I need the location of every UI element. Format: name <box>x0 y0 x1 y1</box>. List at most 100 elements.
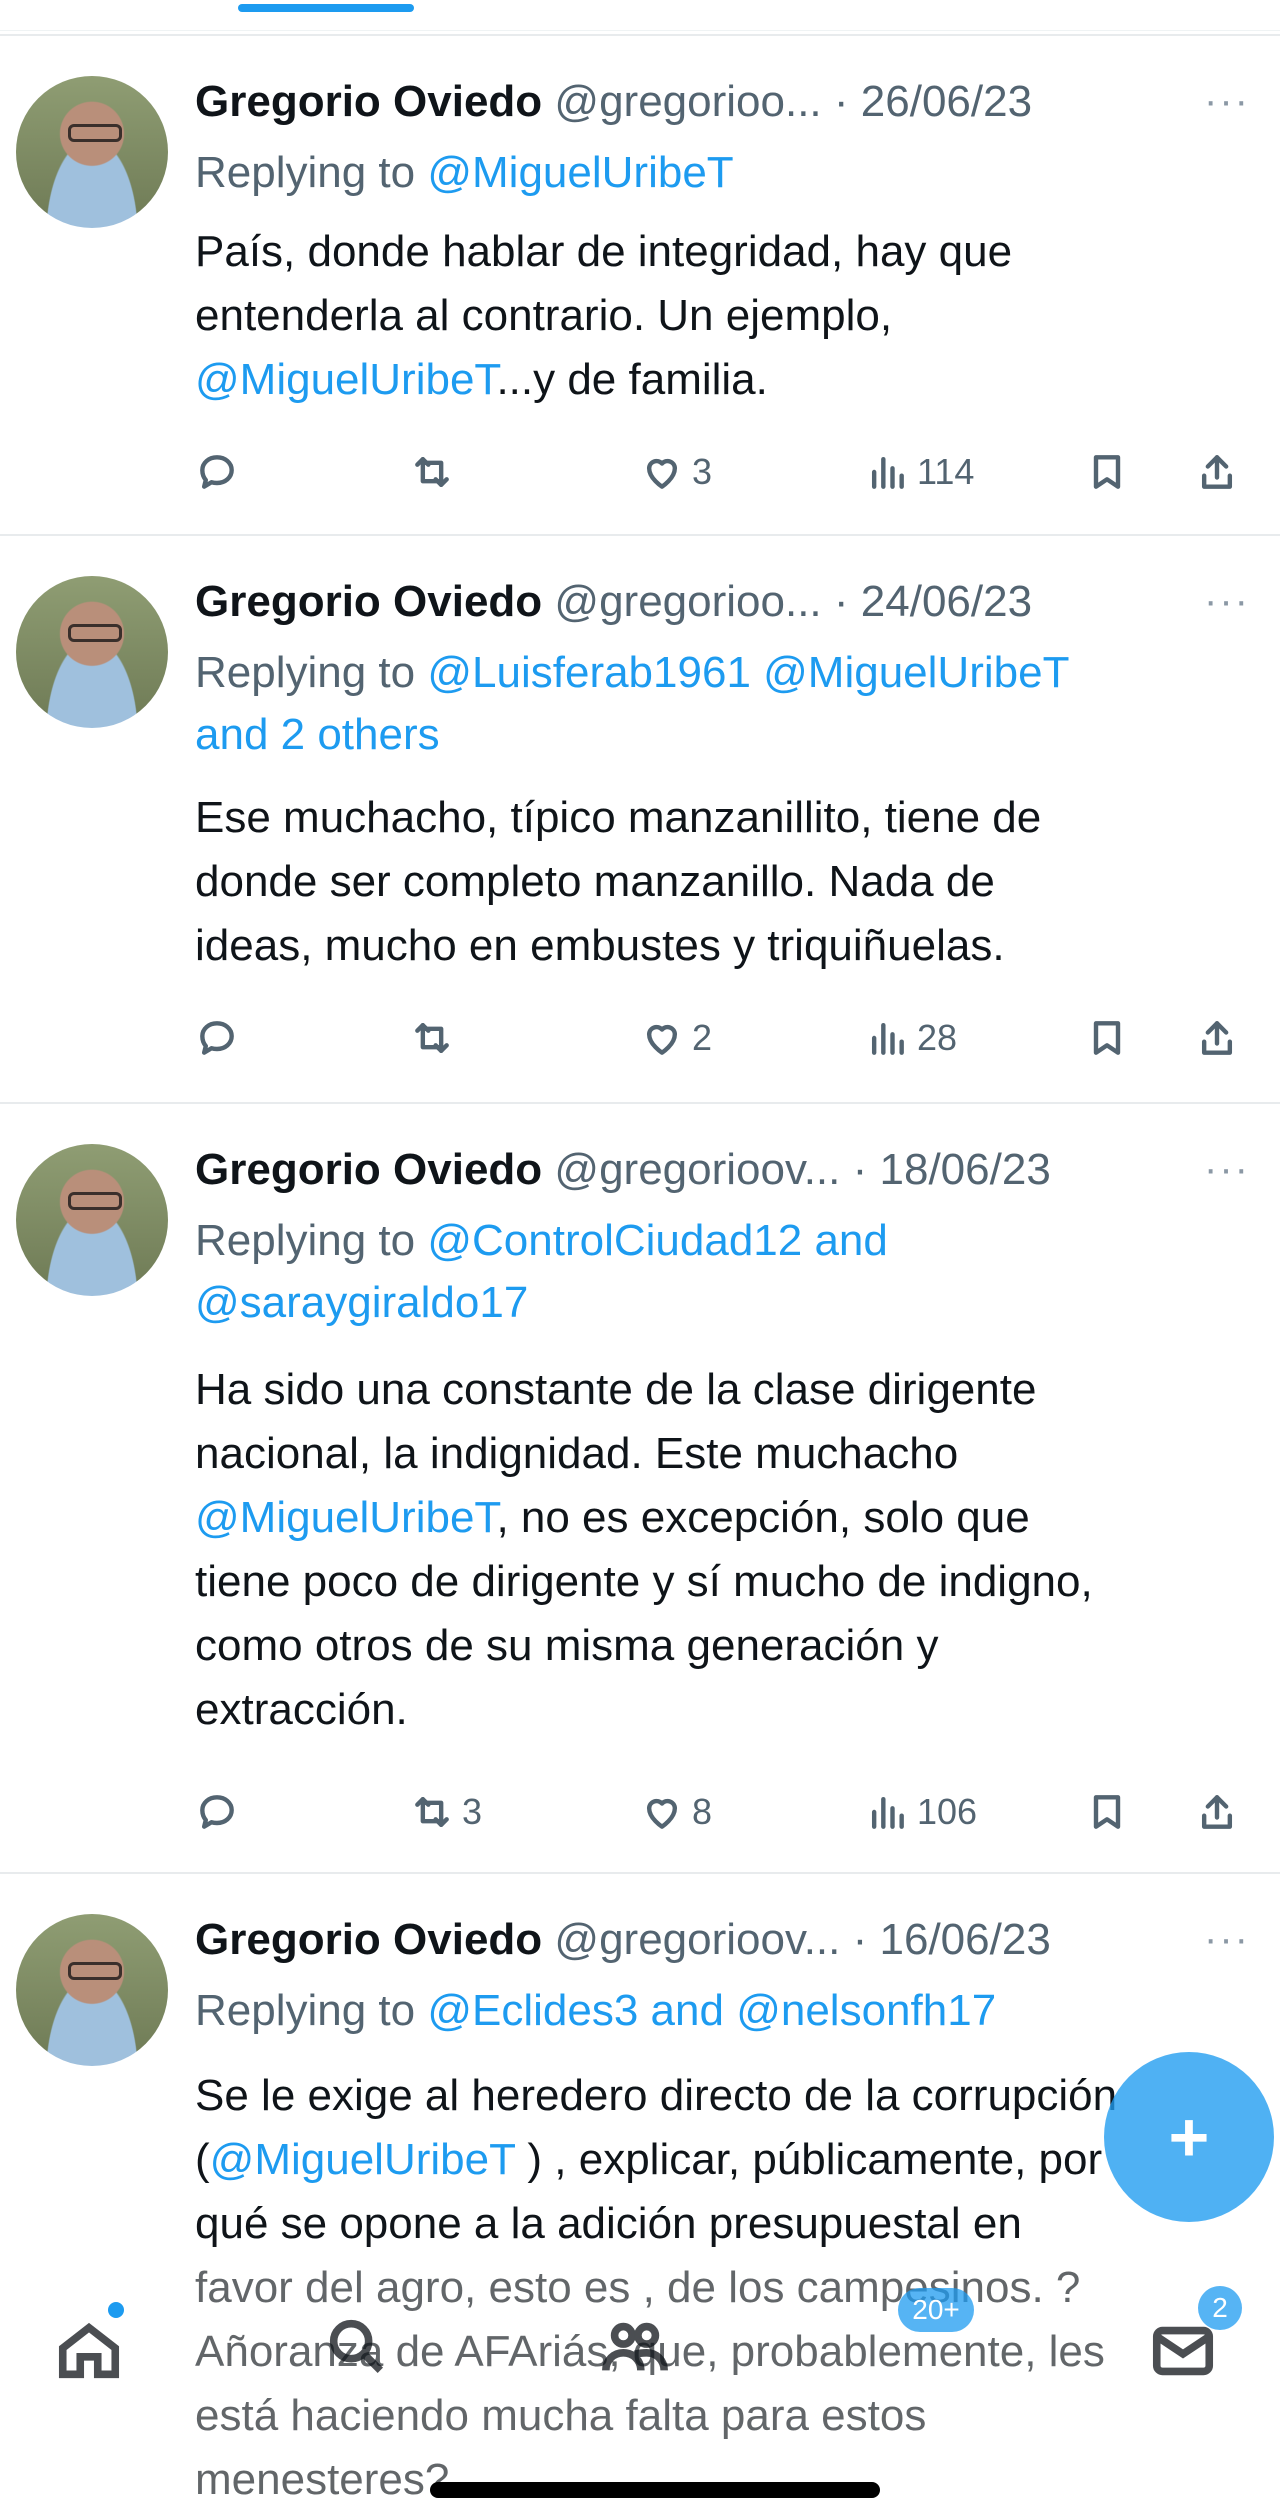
tweet-date[interactable]: 16/06/23 <box>880 1915 1051 1964</box>
retweet-icon <box>415 456 449 488</box>
like-icon <box>646 1798 678 1829</box>
text-line: ideas, mucho en embustes y triquiñuelas. <box>195 921 1005 970</box>
tweet[interactable]: Gregorio Oviedo @gregorioo... · 24/06/23… <box>0 534 1280 1104</box>
mention-link[interactable]: @MiguelUribeT <box>195 1493 496 1542</box>
mention-link[interactable]: @MiguelUribeT <box>210 2135 516 2184</box>
reply-button[interactable] <box>195 1782 239 1842</box>
separator-dot: · <box>833 577 849 626</box>
reply-mention-link[interactable]: @Luisferab1961 @MiguelUribeT <box>427 648 1069 697</box>
views-icon <box>871 1022 904 1055</box>
like-count: 8 <box>692 1791 713 1832</box>
like-count: 3 <box>692 451 713 492</box>
messages-badge: 2 <box>1198 2286 1242 2330</box>
avatar[interactable] <box>16 576 168 728</box>
reply-icon <box>200 455 234 489</box>
reply-mention-link[interactable]: @Eclides3 and @nelsonfh17 <box>427 1986 996 2035</box>
text-line: Ha sido una constante de la clase dirige… <box>195 1365 1037 1414</box>
reply-button[interactable] <box>195 1008 239 1068</box>
text-line: Se le exige al heredero directo de la co… <box>195 2071 1118 2120</box>
home-notification-dot <box>108 2302 124 2318</box>
text-fragment: ...y de familia. <box>496 355 768 404</box>
like-icon <box>646 1024 678 1055</box>
like-button[interactable]: 3 <box>640 442 712 502</box>
share-icon <box>1201 455 1233 489</box>
replying-prefix: Replying to <box>195 1986 428 2035</box>
communities-tab[interactable] <box>600 2312 670 2382</box>
reply-mention-link[interactable]: @MiguelUribeT <box>427 148 733 197</box>
action-bar: 2 28 <box>195 1008 1255 1068</box>
reply-others-link[interactable]: and 2 others <box>195 704 1235 766</box>
display-name[interactable]: Gregorio Oviedo <box>195 1915 542 1964</box>
user-handle[interactable]: @gregorioov... <box>554 1915 840 1964</box>
separator-dot: · <box>833 77 849 126</box>
separator-dot: · <box>852 1145 868 1194</box>
tweet[interactable]: Gregorio Oviedo @gregorioov... · 18/06/2… <box>0 1102 1280 1874</box>
compose-button[interactable]: + <box>1104 2052 1274 2222</box>
share-icon <box>1201 1021 1233 1055</box>
tweet-header: Gregorio Oviedo @gregorioov... · 16/06/2… <box>195 1914 1051 1966</box>
views-button[interactable]: 28 <box>865 1008 957 1068</box>
home-tab[interactable] <box>54 2316 124 2386</box>
text-line: nacional, la indignidad. Este muchacho <box>195 1429 959 1478</box>
reply-icon <box>200 1021 234 1055</box>
tweet[interactable]: Gregorio Oviedo @gregorioo... · 26/06/23… <box>0 34 1280 536</box>
tweet-date[interactable]: 24/06/23 <box>861 577 1032 626</box>
display-name[interactable]: Gregorio Oviedo <box>195 577 542 626</box>
more-options-icon[interactable]: ··· <box>1204 1919 1250 1959</box>
avatar[interactable] <box>16 1914 168 2066</box>
user-handle[interactable]: @gregorioo... <box>554 577 821 626</box>
replying-to: Replying to @ControlCiudad12 and @sarayg… <box>195 1210 1235 1334</box>
top-tab-bar <box>0 0 1280 31</box>
share-button[interactable] <box>1195 1008 1239 1068</box>
avatar[interactable] <box>16 76 168 228</box>
more-options-icon[interactable]: ··· <box>1204 581 1250 621</box>
reply-mention-link[interactable]: @saraygiraldo17 <box>195 1272 1235 1334</box>
text-fragment: ) , explicar, públicamente, por <box>515 2135 1103 2184</box>
text-line: Ese muchacho, típico manzanillito, tiene… <box>195 793 1042 842</box>
user-handle[interactable]: @gregorioov... <box>554 1145 840 1194</box>
retweet-count: 3 <box>462 1791 483 1832</box>
search-tab[interactable] <box>322 2312 392 2382</box>
share-icon <box>1201 1795 1233 1829</box>
retweet-button[interactable] <box>410 442 462 502</box>
text-line: como otros de su misma generación y <box>195 1621 939 1670</box>
replying-to: Replying to @Eclides3 and @nelsonfh17 <box>195 1980 1235 2042</box>
share-button[interactable] <box>1195 442 1239 502</box>
display-name[interactable]: Gregorio Oviedo <box>195 77 542 126</box>
like-icon <box>646 458 678 489</box>
retweet-button[interactable]: 3 <box>410 1782 482 1842</box>
text-line: donde ser completo manzanillo. Nada de <box>195 857 995 906</box>
bottom-navigation: 20+ 2 <box>0 2262 1280 2502</box>
tweet-date[interactable]: 18/06/23 <box>880 1145 1051 1194</box>
more-options-icon[interactable]: ··· <box>1204 1149 1250 1189</box>
more-options-icon[interactable]: ··· <box>1204 81 1250 121</box>
text-line: tiene poco de dirigente y sí mucho de in… <box>195 1557 1093 1606</box>
display-name[interactable]: Gregorio Oviedo <box>195 1145 542 1194</box>
views-button[interactable]: 114 <box>865 442 974 502</box>
like-button[interactable]: 2 <box>640 1008 712 1068</box>
bookmark-button[interactable] <box>1085 442 1129 502</box>
text-fragment: , no es excepción, solo que <box>496 1493 1030 1542</box>
like-button[interactable]: 8 <box>640 1782 712 1842</box>
tweet-date[interactable]: 26/06/23 <box>861 77 1032 126</box>
share-button[interactable] <box>1195 1782 1239 1842</box>
replying-to: Replying to @MiguelUribeT <box>195 142 1235 204</box>
views-icon <box>871 1796 904 1829</box>
bookmark-button[interactable] <box>1085 1008 1129 1068</box>
active-tab-indicator <box>238 4 414 12</box>
retweet-button[interactable] <box>410 1008 462 1068</box>
reply-mention-link[interactable]: @ControlCiudad12 and <box>427 1216 888 1265</box>
tweet-text: Ese muchacho, típico manzanillito, tiene… <box>195 786 1245 978</box>
user-handle[interactable]: @gregorioo... <box>554 77 821 126</box>
text-line: qué se opone a la adición presupuestal e… <box>195 2199 1022 2248</box>
bookmark-icon <box>1093 455 1121 489</box>
mention-link[interactable]: @MiguelUribeT <box>195 355 496 404</box>
reply-button[interactable] <box>195 442 239 502</box>
views-button[interactable]: 106 <box>865 1782 977 1842</box>
text-line: extracción. <box>195 1685 408 1734</box>
bookmark-button[interactable] <box>1085 1782 1129 1842</box>
avatar[interactable] <box>16 1144 168 1296</box>
text-line: País, donde hablar de integridad, hay qu… <box>195 227 1013 276</box>
tweet-text: Ha sido una constante de la clase dirige… <box>195 1358 1245 1742</box>
views-count: 114 <box>917 451 975 492</box>
